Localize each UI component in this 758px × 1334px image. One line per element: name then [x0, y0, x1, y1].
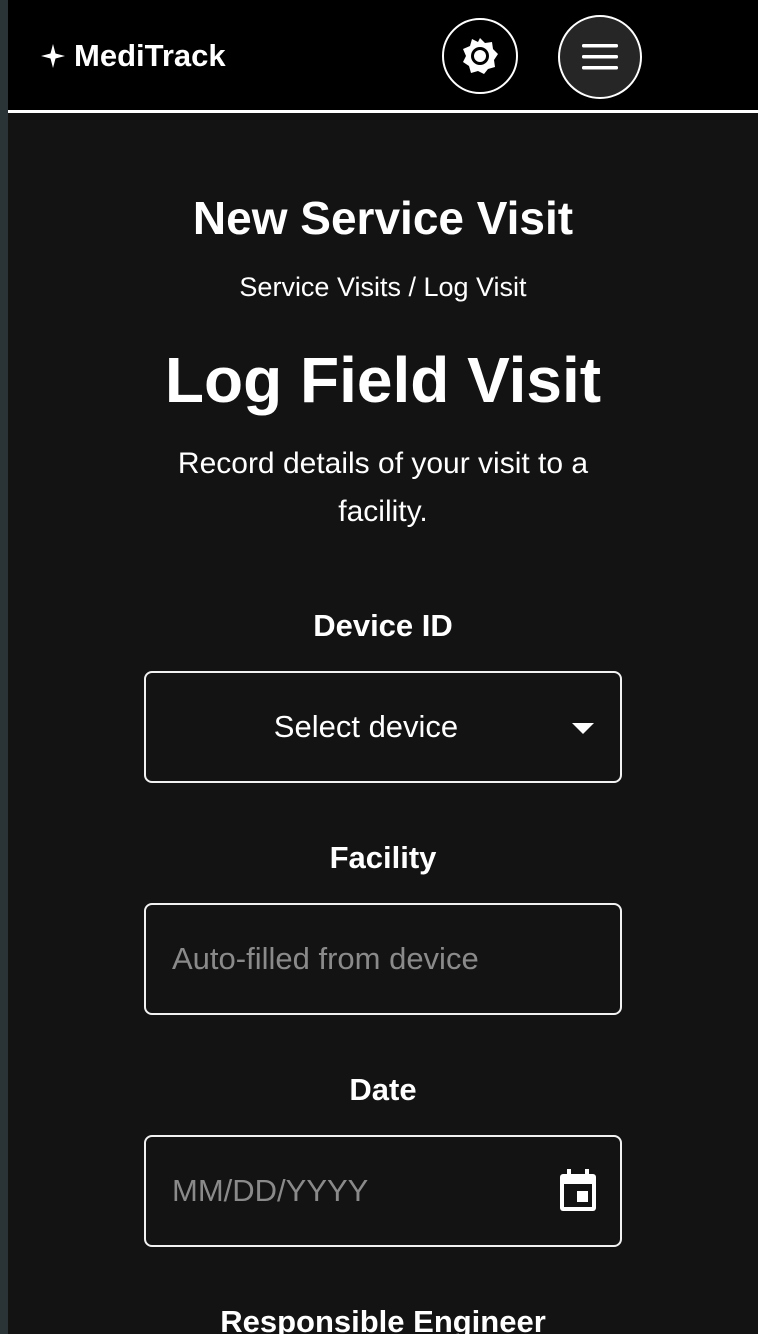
- brightness-icon: [463, 38, 498, 74]
- brand-logo[interactable]: MediTrack: [40, 36, 226, 76]
- facility-input[interactable]: Auto-filled from device: [144, 903, 622, 1015]
- chevron-down-icon: [572, 723, 594, 734]
- facility-label: Facility: [329, 840, 437, 875]
- hamburger-menu-icon: [582, 44, 618, 70]
- form-title: Log Field Visit: [164, 344, 602, 416]
- date-placeholder: MM/DD/YYYY: [172, 1173, 369, 1208]
- facility-placeholder: Auto-filled from device: [172, 941, 479, 976]
- device-select[interactable]: Select device: [144, 671, 622, 783]
- top-header: MediTrack: [8, 0, 758, 113]
- calendar-icon[interactable]: [558, 1169, 598, 1213]
- date-label: Date: [349, 1072, 417, 1107]
- engineer-label: Responsible Engineer: [220, 1304, 546, 1334]
- date-input[interactable]: MM/DD/YYYY: [144, 1135, 622, 1247]
- theme-toggle-button[interactable]: [442, 18, 518, 94]
- sparkle-icon: [41, 44, 65, 68]
- app-screen: MediTrack New Service Visit Service Visi…: [8, 0, 758, 1334]
- device-id-label: Device ID: [313, 608, 453, 643]
- menu-button[interactable]: [558, 15, 642, 99]
- page-heading: New Service Visit: [192, 192, 574, 244]
- device-select-value: Select device: [273, 709, 459, 744]
- breadcrumb-text[interactable]: Service Visits / Log Visit: [239, 272, 526, 302]
- breadcrumb[interactable]: Service Visits / Log Visit: [8, 270, 758, 304]
- brand-name: MediTrack: [74, 38, 226, 73]
- form-description: Record details of your visit to a facili…: [177, 447, 589, 528]
